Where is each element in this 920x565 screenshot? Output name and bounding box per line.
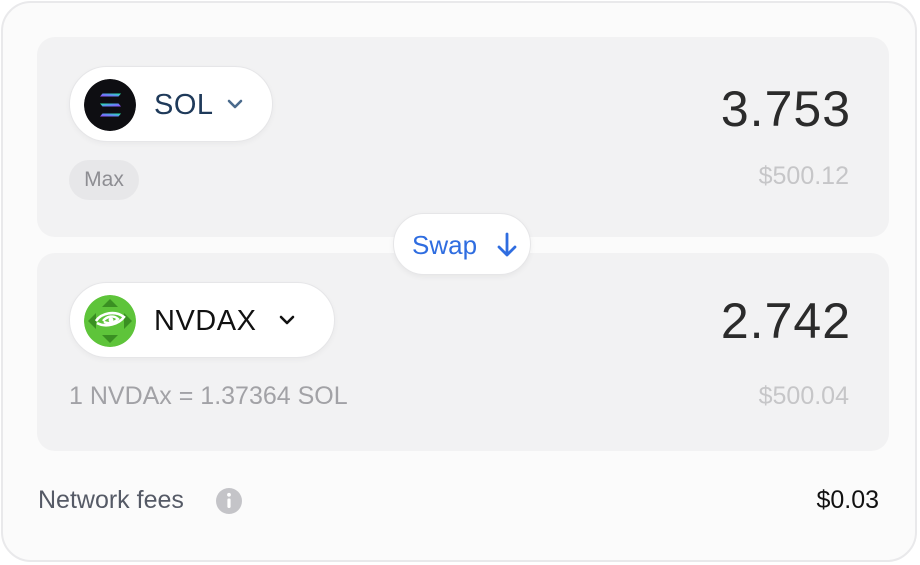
network-fees-label: Network fees <box>38 486 184 514</box>
max-button[interactable]: Max <box>69 160 139 200</box>
from-usd-value: $500.12 <box>758 162 849 190</box>
to-token-selector[interactable]: NVDAX <box>69 282 335 358</box>
to-usd-value: $500.04 <box>758 382 849 410</box>
exchange-rate: 1 NVDAx = 1.37364 SOL <box>69 382 348 410</box>
arrow-down-icon <box>496 231 518 264</box>
to-token-symbol: NVDAX <box>154 305 257 337</box>
from-token-selector[interactable]: SOL <box>69 66 273 142</box>
to-panel: NVDAX 2.742 1 NVDAx = 1.37364 SOL $500.0… <box>37 253 889 451</box>
info-icon[interactable] <box>215 487 243 520</box>
swap-label: Swap <box>412 230 478 260</box>
from-panel: SOL 3.753 Max $500.12 <box>37 37 889 237</box>
from-token-symbol: SOL <box>154 89 214 121</box>
to-amount: 2.742 <box>720 293 851 349</box>
swap-button[interactable]: Swap <box>393 213 531 275</box>
chevron-down-icon <box>278 311 296 334</box>
nvidia-logo-icon <box>84 295 136 347</box>
swap-card: SOL 3.753 Max $500.12 NVDAX 2.742 1 NVDA… <box>1 1 917 562</box>
solana-logo-icon <box>84 79 136 131</box>
from-amount-input[interactable]: 3.753 <box>721 81 851 137</box>
network-fees-value: $0.03 <box>816 486 879 514</box>
chevron-down-icon <box>226 95 244 118</box>
